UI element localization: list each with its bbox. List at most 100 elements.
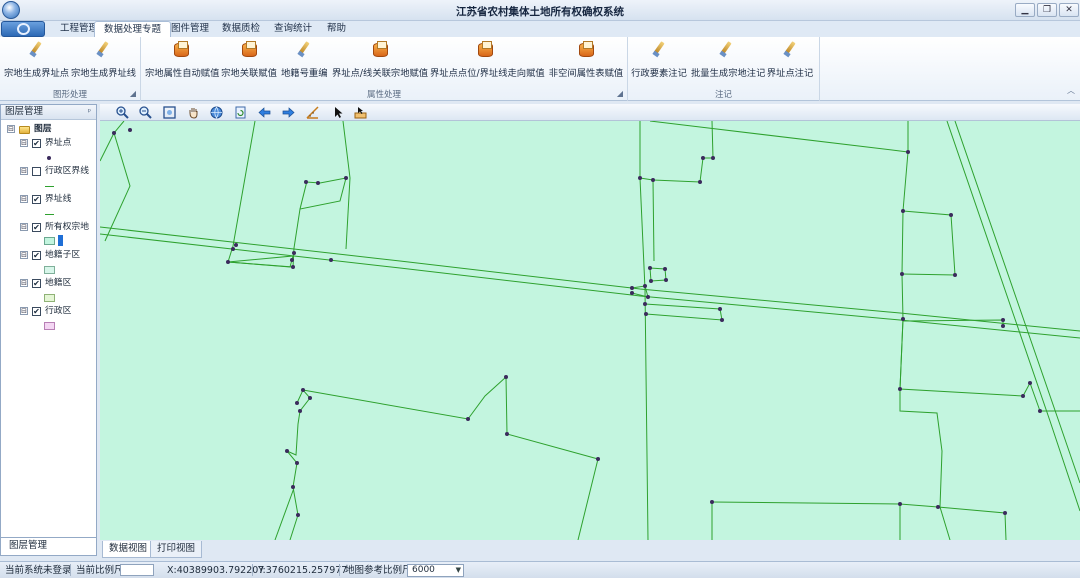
zoom-out-icon[interactable] (139, 106, 152, 119)
layer-item-cadastral-district[interactable]: ⊟ ✔ 地籍区 (1, 277, 96, 290)
layer-management-tab[interactable]: 图层管理 (0, 538, 97, 556)
refresh-icon[interactable] (234, 106, 247, 119)
login-status: 当前系统未登录 (5, 565, 72, 576)
layer-visibility-checkbox[interactable] (32, 167, 41, 176)
tab-map-management[interactable]: 图件管理 (162, 21, 218, 37)
boundary-line (649, 121, 909, 153)
expand-toggle[interactable]: ⊟ (20, 139, 28, 147)
renumber-parcel-button[interactable]: 地籍号重编 (281, 40, 328, 85)
ribbon-panel: 宗地生成界址点 宗地生成界址线 图形处理 ◢ 宗地属性自动赋值 宗地关联赋值 地… (0, 37, 1080, 101)
database-icon (240, 40, 258, 58)
group-expand-icon[interactable]: ◢ (617, 89, 623, 98)
pin-icon[interactable]: ᵖ (88, 105, 91, 119)
ribbon-group-annotation: 行政要素注记 批量生成宗地注记 界址点注记 注记 (628, 37, 820, 101)
point-line-link-assign-button[interactable]: 界址点/线关联宗地赋值 (332, 40, 428, 85)
boundary-line (227, 121, 256, 263)
layer-item-admin-boundary-line[interactable]: ⊟ 行政区界线 (1, 165, 96, 178)
title-bar: 江苏省农村集体土地所有权确权系统 ▁ ❐ ✕ (0, 0, 1080, 21)
road-line (100, 233, 1080, 339)
map-toolbar (100, 104, 1080, 121)
fill-symbol-icon (44, 322, 55, 330)
boundary-line (104, 132, 131, 242)
full-extent-icon[interactable] (163, 106, 176, 119)
expand-toggle[interactable]: ⊟ (7, 125, 15, 133)
auto-assign-attributes-button[interactable]: 宗地属性自动赋值 (145, 40, 219, 85)
expand-toggle[interactable]: ⊟ (20, 195, 28, 203)
ribbon-collapse-icon[interactable]: ︿ (1067, 85, 1075, 96)
tree-root[interactable]: ⊟ 图层 (1, 123, 96, 136)
status-separator (70, 564, 71, 576)
close-button[interactable]: ✕ (1059, 3, 1079, 17)
identify-icon[interactable] (354, 106, 367, 119)
boundary-line (899, 318, 1041, 412)
layer-visibility-checkbox[interactable]: ✔ (32, 307, 41, 316)
generate-boundary-lines-button[interactable]: 宗地生成界址线 (71, 40, 136, 85)
application-menu-button[interactable] (1, 21, 45, 37)
layer-visibility-checkbox[interactable]: ✔ (32, 223, 41, 232)
non-spatial-table-assign-button[interactable]: 非空间属性表赋值 (548, 40, 624, 85)
current-scale-field[interactable] (120, 564, 154, 576)
boundary-line (639, 121, 714, 183)
expand-toggle[interactable]: ⊟ (20, 251, 28, 259)
back-arrow-icon[interactable] (258, 106, 271, 119)
layer-visibility-checkbox[interactable]: ✔ (32, 195, 41, 204)
boundary-line (899, 121, 951, 540)
tab-data-qc[interactable]: 数据质检 (213, 21, 269, 37)
boundary-line (302, 375, 599, 540)
zoom-in-icon[interactable] (116, 106, 129, 119)
tab-data-view[interactable]: 数据视图 (102, 541, 155, 558)
road-line (954, 121, 1080, 484)
tab-help[interactable]: 帮助 (318, 21, 355, 37)
expand-toggle[interactable]: ⊟ (20, 307, 28, 315)
ribbon-group-attributes: 宗地属性自动赋值 宗地关联赋值 地籍号重编 界址点/线关联宗地赋值 界址点点位/… (141, 37, 628, 101)
expand-toggle[interactable]: ⊟ (20, 279, 28, 287)
fill-symbol-icon (44, 294, 55, 302)
generate-boundary-points-button[interactable]: 宗地生成界址点 (4, 40, 69, 85)
layer-visibility-checkbox[interactable]: ✔ (32, 251, 41, 260)
boundary-point-annotation-button[interactable]: 界址点注记 (766, 40, 814, 85)
layer-label: 地籍区 (45, 278, 72, 288)
tree-root-label: 图层 (34, 124, 52, 134)
database-icon (577, 40, 595, 58)
status-separator (252, 564, 253, 576)
layer-label: 行政区 (45, 306, 72, 316)
measure-icon[interactable] (306, 106, 319, 119)
layer-item-boundary-line[interactable]: ⊟ ✔ 界址线 (1, 193, 96, 206)
minimize-button[interactable]: ▁ (1015, 3, 1035, 17)
admin-element-annotation-button[interactable]: 行政要素注记 (631, 40, 687, 85)
link-assign-button[interactable]: 宗地关联赋值 (221, 40, 277, 85)
layer-visibility-checkbox[interactable]: ✔ (32, 139, 41, 148)
tab-data-processing[interactable]: 数据处理专题 (94, 21, 172, 37)
wand-icon (650, 40, 668, 58)
tab-print-view[interactable]: 打印视图 (150, 541, 203, 558)
line-symbol-icon (45, 186, 54, 187)
batch-parcel-annotation-button[interactable]: 批量生成宗地注记 (691, 40, 765, 85)
pan-hand-icon[interactable] (187, 106, 200, 119)
restore-button[interactable]: ❐ (1037, 3, 1057, 17)
expand-toggle[interactable]: ⊟ (20, 223, 28, 231)
menu-orb-icon (17, 23, 30, 35)
chevron-down-icon: ▼ (455, 566, 461, 574)
boundary-line (286, 389, 311, 540)
globe-icon[interactable] (210, 106, 223, 119)
group-expand-icon[interactable]: ◢ (130, 89, 136, 98)
select-pointer-icon[interactable] (332, 106, 345, 119)
layer-item-boundary-point[interactable]: ⊟ ✔ 界址点 (1, 137, 96, 150)
layer-item-admin-region[interactable]: ⊟ ✔ 行政区 (1, 305, 96, 318)
boundary-line (901, 210, 956, 276)
map-canvas[interactable] (100, 121, 1080, 540)
layer-label: 所有权宗地 (45, 222, 89, 232)
boundary-line (227, 255, 294, 268)
point-position-direction-button[interactable]: 界址点点位/界址线走向赋值 (430, 40, 545, 85)
boundary-line (299, 180, 308, 210)
fill-symbol-icon (44, 266, 55, 274)
reference-scale-dropdown[interactable]: 6000 ▼ (407, 564, 464, 577)
tab-query-statistics[interactable]: 查询统计 (265, 21, 321, 37)
expand-toggle[interactable]: ⊟ (20, 167, 28, 175)
layer-item-ownership-parcel[interactable]: ⊟ ✔ 所有权宗地 (1, 221, 96, 234)
layer-visibility-checkbox[interactable]: ✔ (32, 279, 41, 288)
forward-arrow-icon[interactable] (282, 106, 295, 119)
layer-item-cadastral-subdistrict[interactable]: ⊟ ✔ 地籍子区 (1, 249, 96, 262)
database-icon (476, 40, 494, 58)
boundary-line (652, 179, 655, 262)
